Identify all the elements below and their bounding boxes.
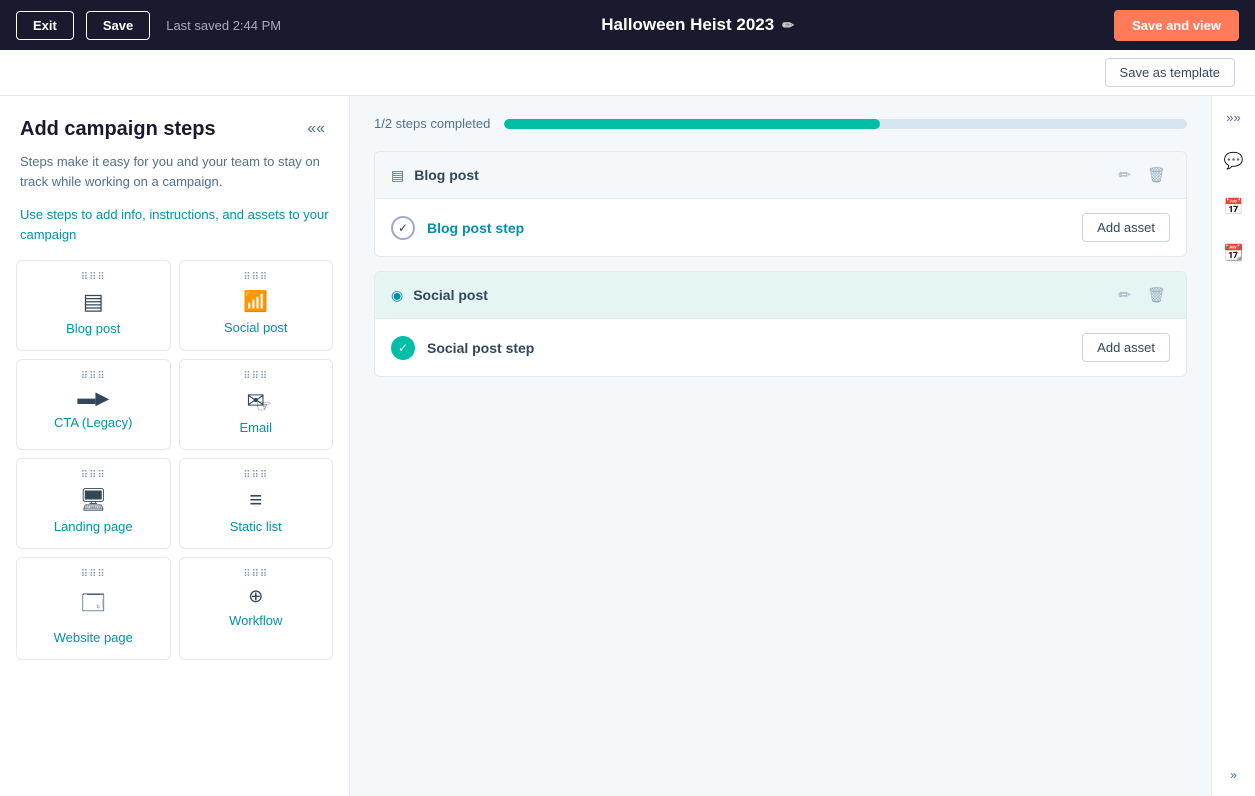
social-post-step-name: Social post step	[427, 340, 1070, 356]
cards-grid: ⠿⠿⠿ ▤ Blog post ⠿⠿⠿ 📶 Social post ⠿⠿⠿ ▬▶…	[16, 260, 333, 660]
email-icon: ✉	[247, 388, 265, 414]
delete-blog-post-step-button[interactable]: 🗑	[1143, 164, 1170, 186]
add-asset-social-post-button[interactable]: Add asset	[1082, 333, 1170, 362]
blog-post-step-icon: ▤	[391, 167, 404, 184]
panel-description-2: Use steps to add info, instructions, and…	[0, 201, 349, 260]
card-website-page[interactable]: ⠿⠿⠿ 🗔 Website page	[16, 557, 171, 660]
card-drag-dots: ⠿⠿⠿	[243, 471, 268, 481]
blog-post-step-row: ✓ Blog post step Add asset	[375, 199, 1186, 256]
card-landing-page[interactable]: ⠿⠿⠿ 🖥 Landing page	[16, 458, 171, 549]
card-blog-post[interactable]: ⠿⠿⠿ ▤ Blog post	[16, 260, 171, 351]
progress-label: 1/2 steps completed	[374, 116, 490, 131]
static-list-icon: ≡	[249, 487, 262, 513]
card-website-page-label: Website page	[54, 630, 133, 645]
progress-track	[504, 119, 1187, 129]
campaign-title: Halloween Heist 2023 ✏	[293, 15, 1102, 35]
left-panel-header: Add campaign steps ««	[0, 96, 349, 152]
comments-icon-button[interactable]: 💬	[1220, 147, 1248, 175]
card-workflow[interactable]: ⠿⠿⠿ ⊕ Workflow	[179, 557, 334, 660]
card-static-list[interactable]: ⠿⠿⠿ ≡ Static list	[179, 458, 334, 549]
collapse-right-panel-button[interactable]: »»	[1222, 106, 1244, 129]
social-post-step-title: Social post	[413, 287, 1104, 303]
card-drag-dots: ⠿⠿⠿	[81, 471, 106, 481]
card-drag-dots: ⠿⠿⠿	[81, 273, 106, 283]
cards-scroll-area: ⠿⠿⠿ ▤ Blog post ⠿⠿⠿ 📶 Social post ⠿⠿⠿ ▬▶…	[0, 260, 349, 796]
left-panel: Add campaign steps «« Steps make it easy…	[0, 96, 350, 796]
card-landing-page-label: Landing page	[54, 519, 133, 534]
panel-description: Steps make it easy for you and your team…	[0, 152, 349, 201]
schedule-icon-button[interactable]: 📆	[1220, 239, 1248, 267]
card-email-label: Email	[239, 420, 272, 435]
social-post-step-icon: ◉	[391, 287, 403, 304]
card-drag-dots: ⠿⠿⠿	[81, 570, 106, 580]
blog-post-step-title: Blog post	[414, 167, 1104, 183]
card-cta-legacy-label: CTA (Legacy)	[54, 415, 133, 430]
save-button[interactable]: Save	[86, 11, 150, 40]
last-saved-text: Last saved 2:44 PM	[166, 18, 281, 33]
right-content: 1/2 steps completed ▤ Blog post ✏ 🗑 ✓ Bl…	[350, 96, 1211, 796]
card-email[interactable]: ⠿⠿⠿ ✉ Email	[179, 359, 334, 450]
right-sidebar: »» 💬 📅 📆 »	[1211, 96, 1255, 796]
workflow-icon: ⊕	[248, 586, 263, 607]
collapse-panel-button[interactable]: ««	[303, 116, 329, 142]
step-card-social-post-header: ◉ Social post ✏ 🗑	[375, 272, 1186, 319]
delete-social-post-step-button[interactable]: 🗑	[1143, 284, 1170, 306]
step-card-blog-post-header: ▤ Blog post ✏ 🗑	[375, 152, 1186, 199]
cta-legacy-icon: ▬▶	[77, 388, 109, 409]
add-asset-blog-post-button[interactable]: Add asset	[1082, 213, 1170, 242]
panel-title: Add campaign steps	[20, 116, 216, 142]
card-drag-dots: ⠿⠿⠿	[243, 372, 268, 382]
card-drag-dots: ⠿⠿⠿	[243, 273, 268, 283]
blog-post-step-check: ✓	[391, 216, 415, 240]
edit-title-icon[interactable]: ✏	[782, 17, 794, 34]
progress-row: 1/2 steps completed	[374, 116, 1187, 131]
card-workflow-label: Workflow	[229, 613, 282, 628]
save-as-template-button[interactable]: Save as template	[1105, 58, 1235, 87]
top-nav: Exit Save Last saved 2:44 PM Halloween H…	[0, 0, 1255, 50]
card-blog-post-label: Blog post	[66, 321, 120, 336]
sub-header: Save as template	[0, 50, 1255, 96]
social-post-step-row: ✓ Social post step Add asset	[375, 319, 1186, 376]
blog-post-step-name: Blog post step	[427, 220, 1070, 236]
main-layout: Add campaign steps «« Steps make it easy…	[0, 96, 1255, 796]
card-drag-dots: ⠿⠿⠿	[243, 570, 268, 580]
save-and-view-button[interactable]: Save and view	[1114, 10, 1239, 41]
website-page-icon: 🗔	[81, 586, 105, 624]
social-post-icon: 📶	[243, 289, 268, 314]
expand-bottom-right-button[interactable]: »	[1226, 764, 1241, 786]
edit-social-post-step-button[interactable]: ✏	[1114, 284, 1135, 306]
step-header-actions: ✏ 🗑	[1114, 164, 1170, 186]
step-card-social-post: ◉ Social post ✏ 🗑 ✓ Social post step Add…	[374, 271, 1187, 377]
card-cta-legacy[interactable]: ⠿⠿⠿ ▬▶ CTA (Legacy)	[16, 359, 171, 450]
exit-button[interactable]: Exit	[16, 11, 74, 40]
card-social-post[interactable]: ⠿⠿⠿ 📶 Social post	[179, 260, 334, 351]
step-card-blog-post: ▤ Blog post ✏ 🗑 ✓ Blog post step Add ass…	[374, 151, 1187, 257]
edit-blog-post-step-button[interactable]: ✏	[1114, 164, 1135, 186]
card-social-post-label: Social post	[224, 320, 288, 335]
step-header-actions-social: ✏ 🗑	[1114, 284, 1170, 306]
social-post-step-check: ✓	[391, 336, 415, 360]
card-static-list-label: Static list	[230, 519, 282, 534]
progress-fill	[504, 119, 879, 129]
card-drag-dots: ⠿⠿⠿	[81, 372, 106, 382]
calendar-icon-button[interactable]: 📅	[1220, 193, 1248, 221]
landing-page-icon: 🖥	[79, 487, 107, 513]
blog-post-icon: ▤	[83, 289, 104, 315]
